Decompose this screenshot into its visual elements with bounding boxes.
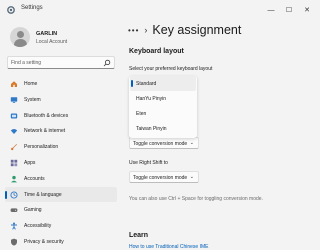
sidebar-item-label: Personalization: [24, 144, 59, 151]
sidebar-item-label: System: [24, 96, 41, 103]
sidebar-item-home[interactable]: Home: [5, 76, 117, 92]
sidebar-item-gaming[interactable]: Gaming: [5, 202, 117, 218]
sidebar-item-label: Accessibility: [24, 223, 52, 230]
search-box[interactable]: [7, 56, 115, 69]
layout-option-taiwan-pinyin[interactable]: Taiwan Pinyin: [130, 121, 196, 136]
sidebar-item-label: Network & internet: [24, 128, 66, 135]
breadcrumb: ••• › Key assignment: [128, 22, 241, 38]
privacy-shield-icon: [11, 238, 17, 246]
sidebar-item-privacy-security[interactable]: Privacy & security: [5, 234, 117, 250]
title-bar: Settings — ☐ ✕: [0, 0, 316, 20]
sidebar-item-label: Time & language: [24, 191, 62, 198]
sidebar-item-bluetooth-devices[interactable]: Bluetooth & devices: [5, 108, 117, 124]
accounts-icon: [11, 175, 17, 183]
profile-account-type: Local Account: [36, 39, 68, 45]
keyboard-layout-listbox[interactable]: Standard HanYu Pinyin Eten Taiwan Pinyin: [129, 76, 197, 138]
settings-window: Settings — ☐ ✕ GARLIN Local Account Find…: [0, 0, 316, 250]
layout-option-standard[interactable]: Standard: [130, 76, 196, 91]
layout-option-hanyu-pinyin[interactable]: HanYu Pinyin: [130, 91, 196, 106]
layout-option-eten[interactable]: Eten: [130, 106, 196, 121]
profile-name: GARLIN: [36, 31, 58, 37]
sidebar-item-label: Gaming: [24, 207, 42, 214]
accessibility-icon: [11, 222, 17, 230]
search-input[interactable]: [11, 59, 103, 67]
ctrl-space-hint: You can also use Ctrl + Space for toggli…: [129, 196, 263, 202]
breadcrumb-more-button[interactable]: •••: [128, 26, 139, 35]
sidebar-item-accessibility[interactable]: Accessibility: [5, 218, 117, 234]
window-controls: — ☐ ✕: [262, 0, 316, 20]
sidebar-item-label: Apps: [24, 159, 36, 166]
sidebar-item-accounts[interactable]: Accounts: [5, 171, 117, 187]
network-icon: [10, 129, 18, 135]
sidebar-item-time-language[interactable]: Time & language: [5, 186, 117, 203]
sidebar-item-network-internet[interactable]: Network & internet: [5, 123, 117, 139]
personalization-icon: [11, 144, 17, 151]
minimize-button[interactable]: —: [262, 0, 280, 20]
breadcrumb-separator-icon: ›: [144, 25, 148, 35]
page-title: Key assignment: [152, 23, 242, 37]
sidebar-item-label: Accounts: [24, 175, 45, 182]
time-language-icon: [10, 191, 18, 199]
sidebar-item-system[interactable]: System: [5, 92, 117, 108]
sidebar-item-personalization[interactable]: Personalization: [5, 139, 117, 155]
sidebar-item-apps[interactable]: Apps: [5, 155, 117, 171]
chevron-down-icon: ⌄: [189, 140, 194, 146]
right-shift-label: Use Right Shift to: [129, 160, 168, 166]
bluetooth-icon: [10, 113, 18, 119]
keyboard-layout-hidden-dropdown[interactable]: Toggle conversion mode ⌄: [129, 137, 199, 149]
keyboard-layout-description: Select your preferred keyboard layout: [129, 66, 213, 72]
search-icon: [103, 59, 111, 67]
user-profile[interactable]: GARLIN Local Account: [8, 25, 116, 51]
learn-link-traditional-chinese-ime[interactable]: How to use Traditional Chinese IME: [129, 244, 208, 250]
sidebar-item-label: Bluetooth & devices: [24, 112, 69, 119]
sidebar-nav: Home System Bluetooth & devices Network …: [5, 76, 117, 250]
chevron-down-icon: ⌄: [189, 174, 194, 180]
maximize-button[interactable]: ☐: [280, 0, 298, 20]
sidebar-item-label: Home: [24, 81, 38, 87]
sidebar: GARLIN Local Account Home: [0, 20, 118, 250]
avatar: [10, 27, 30, 47]
gaming-icon: [10, 208, 18, 213]
keyboard-layout-heading: Keyboard layout: [129, 48, 184, 55]
dropdown-value: Toggle conversion mode: [133, 140, 188, 147]
home-icon: [11, 81, 17, 87]
dropdown-value: Toggle conversion mode: [133, 174, 188, 181]
learn-heading: Learn: [129, 232, 149, 239]
settings-app-icon: [7, 6, 15, 14]
sidebar-item-label: Privacy & security: [24, 238, 64, 245]
window-title: Settings: [21, 5, 43, 11]
main-content: ••• › Key assignment Keyboard layout Sel…: [118, 20, 316, 250]
close-button[interactable]: ✕: [298, 0, 316, 20]
system-icon: [10, 96, 18, 103]
apps-icon: [10, 159, 18, 167]
right-shift-dropdown[interactable]: Toggle conversion mode ⌄: [129, 171, 199, 183]
